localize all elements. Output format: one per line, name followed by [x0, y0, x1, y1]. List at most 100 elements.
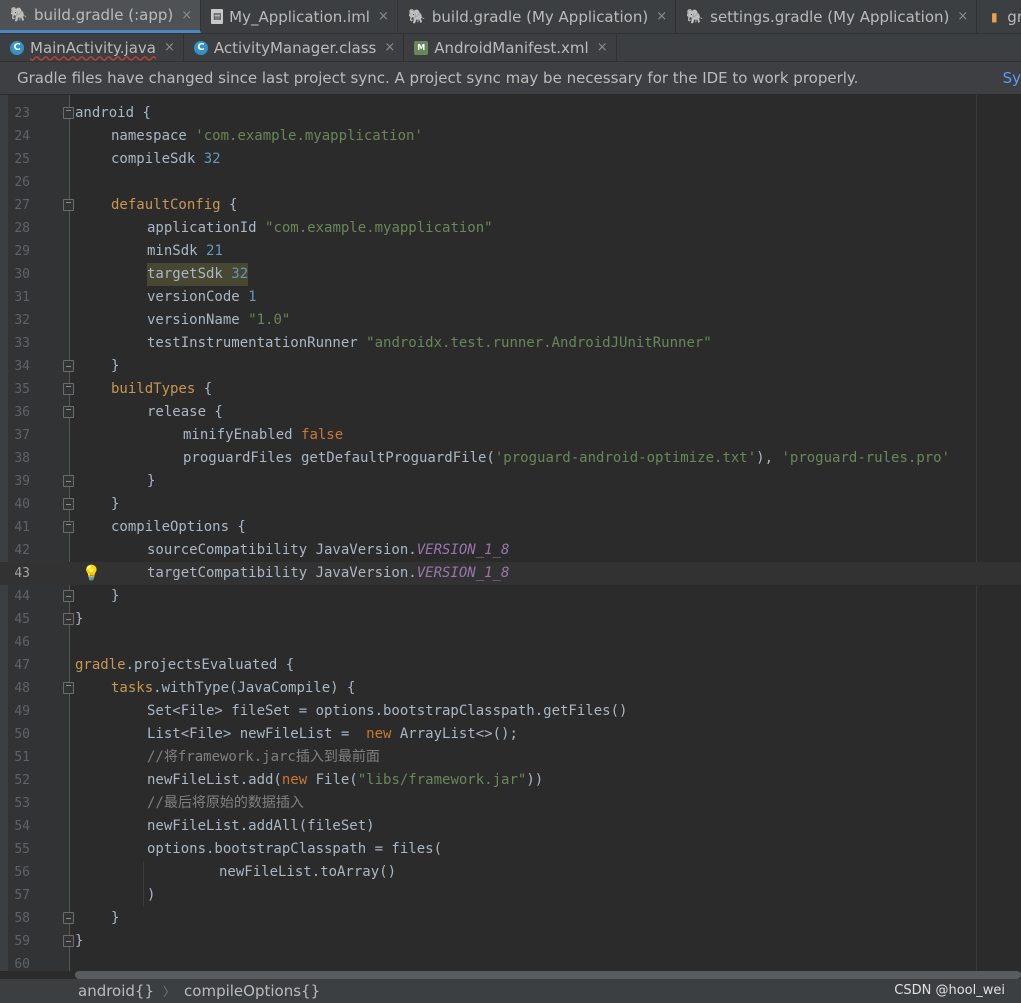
line-number: 36 [14, 405, 30, 420]
indent-guide [143, 884, 144, 907]
code-line: 38 proguardFiles getDefaultProguardFile(… [0, 447, 1021, 470]
line-number: 57 [14, 888, 30, 903]
tab-activity-manager[interactable]: C ActivityManager.class × [184, 34, 405, 61]
sync-now-link[interactable]: Sy [1003, 69, 1021, 87]
code-line: 56 newFileList.toArray() [0, 861, 1021, 884]
code-text: newFileList.toArray() [219, 864, 397, 880]
line-number: 55 [14, 842, 30, 857]
tab-my-application-iml[interactable]: ▤ My_Application.iml × [201, 0, 398, 33]
fold-icon[interactable] [63, 199, 74, 211]
watermark: CSDN @hool_wei [894, 983, 1005, 998]
code-text-highlighted: targetSdk 32 [147, 263, 249, 286]
line-number: 48 [14, 681, 30, 696]
close-icon[interactable]: × [164, 40, 175, 55]
fold-end-icon[interactable] [63, 498, 74, 510]
tab-label: MainActivity.java [30, 38, 156, 57]
line-number: 39 [14, 474, 30, 489]
breadcrumb-item-compile-options[interactable]: compileOptions{} [184, 982, 320, 1000]
gradle-icon: 🐘 [686, 8, 704, 25]
code-text: ) [147, 887, 156, 903]
fold-icon[interactable] [63, 521, 74, 533]
tab-build-gradle-project[interactable]: 🐘 build.gradle (My Application) × [398, 0, 677, 33]
fold-end-icon[interactable] [63, 912, 74, 924]
code-line: 45 } [0, 608, 1021, 631]
line-number: 38 [14, 451, 30, 466]
code-line: 29 minSdk 21 [0, 240, 1021, 263]
code-line: 58 } [0, 907, 1021, 930]
line-number: 37 [14, 428, 30, 443]
code-text: gradle.projectsEvaluated { [75, 657, 295, 673]
code-text: } [75, 933, 84, 949]
tab-gradle-properties[interactable]: ▮ gradle.properties [977, 0, 1021, 33]
fold-end-icon[interactable] [63, 613, 74, 625]
line-number: 56 [14, 865, 30, 880]
breadcrumb-item-android[interactable]: android{} [78, 982, 154, 1000]
tab-settings-gradle[interactable]: 🐘 settings.gradle (My Application) × [676, 0, 978, 33]
fold-icon[interactable] [63, 383, 74, 395]
code-line: 44 } [0, 585, 1021, 608]
file-icon: ▤ [211, 9, 224, 24]
fold-end-icon[interactable] [63, 475, 74, 487]
code-line: 25 compileSdk 32 [0, 148, 1021, 171]
close-icon[interactable]: × [597, 40, 608, 55]
code-text: proguardFiles getDefaultProguardFile('pr… [183, 450, 951, 466]
code-text: newFileList.add(new File("libs/framework… [147, 772, 544, 788]
tab-main-activity[interactable]: C MainActivity.java × [0, 34, 184, 61]
editor-tabs-row-2: C MainActivity.java × C ActivityManager.… [0, 34, 1021, 62]
line-number: 53 [14, 796, 30, 811]
code-text: versionCode 1 [147, 289, 257, 305]
close-icon[interactable]: × [384, 40, 395, 55]
code-text: minSdk 21 [147, 243, 223, 259]
code-text: compileOptions { [111, 519, 246, 535]
editor-tabs-row-1: 🐘 build.gradle (:app) × ▤ My_Application… [0, 0, 1021, 34]
code-line: 28 applicationId "com.example.myapplicat… [0, 217, 1021, 240]
code-line: 49 Set<File> fileSet = options.bootstrap… [0, 700, 1021, 723]
tab-label: gradle.properties [1007, 7, 1021, 26]
code-text: } [147, 473, 156, 489]
line-number: 24 [14, 129, 30, 144]
close-icon[interactable]: × [378, 9, 389, 24]
close-icon[interactable]: × [656, 9, 667, 24]
fold-icon[interactable] [63, 107, 74, 119]
code-line: 59 } [0, 930, 1021, 953]
line-number: 27 [14, 198, 30, 213]
code-line: 41 compileOptions { [0, 516, 1021, 539]
close-icon[interactable]: × [957, 9, 968, 24]
code-line: 53 //最后将原始的数据插入 [0, 792, 1021, 815]
code-text: applicationId "com.example.myapplication… [147, 220, 493, 236]
code-line: 40 } [0, 493, 1021, 516]
class-icon: C [193, 40, 208, 55]
code-text: } [111, 358, 120, 374]
close-icon[interactable]: × [181, 8, 192, 23]
fold-end-icon[interactable] [63, 935, 74, 947]
scrollbar-thumb[interactable] [75, 971, 1021, 979]
code-text: namespace 'com.example.myapplication' [111, 128, 423, 144]
fold-icon[interactable] [63, 682, 74, 694]
code-line: 51 //将framework.jarc插入到最前面 [0, 746, 1021, 769]
code-line: 42 sourceCompatibility JavaVersion.VERSI… [0, 539, 1021, 562]
lightbulb-icon[interactable]: 💡 [82, 562, 101, 585]
line-number: 25 [14, 152, 30, 167]
code-line: 26 [0, 171, 1021, 194]
code-text: } [111, 496, 120, 512]
indent-guide [143, 861, 144, 884]
line-number: 59 [14, 934, 30, 949]
fold-end-icon[interactable] [63, 360, 74, 372]
gradle-icon: 🐘 [408, 8, 426, 25]
breadcrumb: android{} 〉 compileOptions{} CSDN @hool_… [0, 979, 1021, 1003]
manifest-icon: M [414, 40, 429, 55]
fold-end-icon[interactable] [63, 590, 74, 602]
code-line: 32 versionName "1.0" [0, 309, 1021, 332]
horizontal-scrollbar[interactable] [75, 971, 1021, 979]
fold-icon[interactable] [63, 406, 74, 418]
properties-icon: ▮ [990, 9, 998, 24]
code-line: 24 namespace 'com.example.myapplication' [0, 125, 1021, 148]
tab-build-gradle-app[interactable]: 🐘 build.gradle (:app) × [0, 0, 202, 33]
gradle-sync-banner: Gradle files have changed since last pro… [0, 62, 1021, 95]
code-line: 30 targetSdk 32 [0, 263, 1021, 286]
line-number: 60 [14, 957, 30, 972]
chevron-right-icon: 〉 [163, 984, 176, 999]
code-text: targetCompatibility JavaVersion.VERSION_… [147, 565, 510, 581]
class-icon: C [10, 40, 24, 55]
tab-android-manifest[interactable]: M AndroidManifest.xml × [404, 34, 617, 61]
